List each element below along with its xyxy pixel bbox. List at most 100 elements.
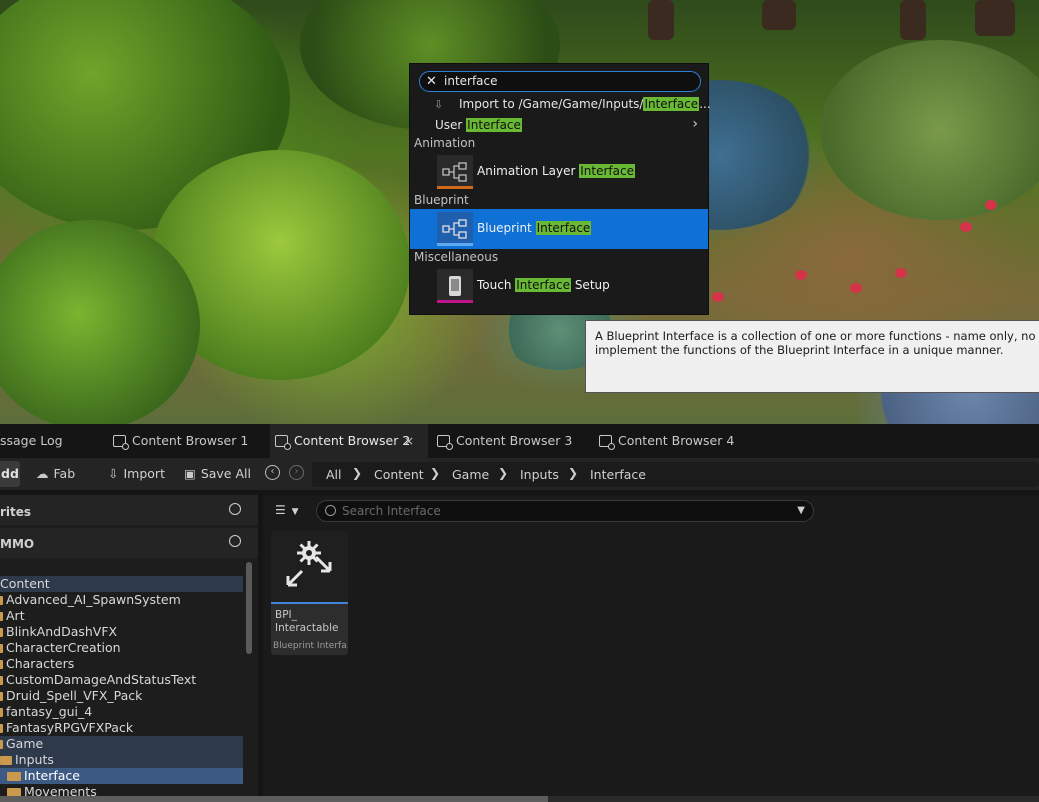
breadcrumb: All ❯ Content ❯ Game ❯ Inputs ❯ Interfac… [312,462,1039,487]
tree-item[interactable]: Advanced_AI_SpawnSystem [0,592,243,608]
asset-tile-bpi-interactable[interactable]: BPI_ Interactable Blueprint Interfa... [271,531,348,655]
add-button[interactable]: dd [0,461,20,487]
filter-button[interactable]: ☰ ▼ [275,503,299,517]
tree-item[interactable]: Characters [0,656,243,672]
tree-item[interactable]: CustomDamageAndStatusText [0,672,243,688]
tab-message-log[interactable]: ssage Log [0,424,106,458]
tree-item[interactable]: Movements [0,784,243,796]
section-miscellaneous: Miscellaneous [414,250,499,264]
tree-item[interactable]: fantasy_gui_4 [0,704,243,720]
tree-trunk [900,0,926,40]
breadcrumb-separator-icon[interactable]: ❯ [498,466,508,480]
chevron-down-icon[interactable]: ▼ [797,501,805,521]
tree-scrollbar-thumb[interactable] [246,562,252,654]
tree-label: Movements [24,784,97,796]
tree-label: Inputs [15,752,54,767]
breadcrumb-inputs[interactable]: Inputs [520,467,559,482]
flower [850,283,862,293]
asset-name-line-1: BPI_ [275,609,297,621]
tab-content-browser-1[interactable]: Content Browser 1 [108,424,268,458]
tree-item-content[interactable]: Content [0,576,243,592]
flower [985,200,997,210]
blueprint-interface-item[interactable]: Blueprint Interface [410,209,708,249]
folder-open-icon [0,756,12,765]
tab-label: ssage Log [0,433,63,448]
folder-icon [0,628,3,637]
import-label: Import [123,466,165,481]
import-button[interactable]: ⇩ Import [108,466,165,481]
tree-item[interactable]: Art [0,608,243,624]
tab-label: Content Browser 2 [294,433,411,448]
breadcrumb-content[interactable]: Content [374,467,424,482]
close-tab-icon[interactable]: × [404,424,414,458]
tab-content-browser-2[interactable]: Content Browser 2 × [270,424,428,458]
history-back-icon[interactable]: ‹ [265,465,280,480]
tree-label: Game [6,736,44,751]
tree-label: Art [6,608,25,623]
fab-button[interactable]: ☁ Fab [36,466,75,481]
fab-label: Fab [53,466,76,481]
tree-label: Druid_Spell_VFX_Pack [6,688,143,703]
breadcrumb-all[interactable]: All [326,467,342,482]
folder-open-icon [0,740,3,749]
save-all-button[interactable]: ▣ Save All [184,466,251,481]
breadcrumb-separator-icon[interactable]: ❯ [430,466,440,480]
tree-item-interface[interactable]: Interface [0,768,243,784]
search-icon [325,505,336,516]
tree-item[interactable]: BlinkAndDashVFX [0,624,243,640]
tree-item-inputs[interactable]: Inputs [0,752,243,768]
touch-interface-suffix: Setup [571,278,610,292]
tooltip-line-1: A Blueprint Interface is a collection of… [595,329,1039,343]
asset-search-placeholder: Search Interface [342,504,441,518]
tree-item-game[interactable]: Game [0,736,243,752]
clear-search-icon[interactable]: ✕ [426,72,437,91]
history-forward-icon[interactable]: › [289,465,304,480]
tab-content-browser-3[interactable]: Content Browser 3 [432,424,592,458]
tree-label: fantasy_gui_4 [6,704,93,719]
import-icon: ⇩ [108,466,119,481]
blueprint-interface-highlight: Interface [535,221,592,235]
tree-label: CharacterCreation [6,640,121,655]
horizontal-scrollbar-thumb[interactable] [0,796,548,802]
tree-item[interactable]: FantasyRPGVFXPack [0,720,243,736]
search-icon[interactable] [229,503,241,515]
user-interface-item[interactable]: User Interface › [410,116,708,136]
touch-interface-setup-item[interactable]: Touch Interface Setup [410,266,708,306]
folder-icon [0,660,3,669]
tooltip-line-2: implement the functions of the Blueprint… [595,343,1004,357]
content-browser-toolbar: dd ☁ Fab ⇩ Import ▣ Save All ‹ › All ❯ Cont… [0,458,1039,490]
breadcrumb-game[interactable]: Game [452,467,489,482]
asset-search-input[interactable]: Search Interface ▼ [316,500,814,522]
tree-item[interactable]: Druid_Spell_VFX_Pack [0,688,243,704]
animation-layer-interface-item[interactable]: Animation Layer Interface [410,152,708,192]
tree-label: Interface [24,768,80,783]
foliage [820,40,1039,220]
tree-item[interactable]: CharacterCreation [0,640,243,656]
content-browser-icon [599,435,615,450]
content-browser-icon [113,435,129,450]
import-icon: ⇩ [434,98,444,111]
content-browser-icon [437,435,453,450]
content-browser-tabbar: ssage Log Content Browser 1 Content Brow… [0,424,1039,458]
chevron-right-icon: › [692,116,698,132]
tree-label: Characters [6,656,75,671]
asset-name-line-2: Interactable [275,622,339,634]
tab-content-browser-4[interactable]: Content Browser 4 [594,424,754,458]
breadcrumb-separator-icon[interactable]: ❯ [568,466,578,480]
folder-icon [0,676,3,685]
user-interface-prefix: User [435,118,467,132]
tree-label: BlinkAndDashVFX [6,624,118,639]
favorites-header[interactable]: rites [0,495,258,525]
tree-trunk [975,0,1015,36]
breadcrumb-separator-icon[interactable]: ❯ [352,466,362,480]
menu-search-input[interactable]: ✕ interface [419,71,701,92]
tree-label: Advanced_AI_SpawnSystem [6,592,181,607]
blueprint-interface-icon [437,212,473,246]
breadcrumb-interface[interactable]: Interface [590,467,646,482]
save-icon: ▣ [184,466,196,481]
horizontal-scrollbar[interactable] [0,796,1039,802]
folder-icon [0,644,3,653]
import-to-folder-item[interactable]: ⇩ Import to /Game/Game/Inputs/Interface.… [410,97,711,115]
search-icon[interactable] [229,535,241,547]
project-header[interactable]: MMO [0,528,258,558]
